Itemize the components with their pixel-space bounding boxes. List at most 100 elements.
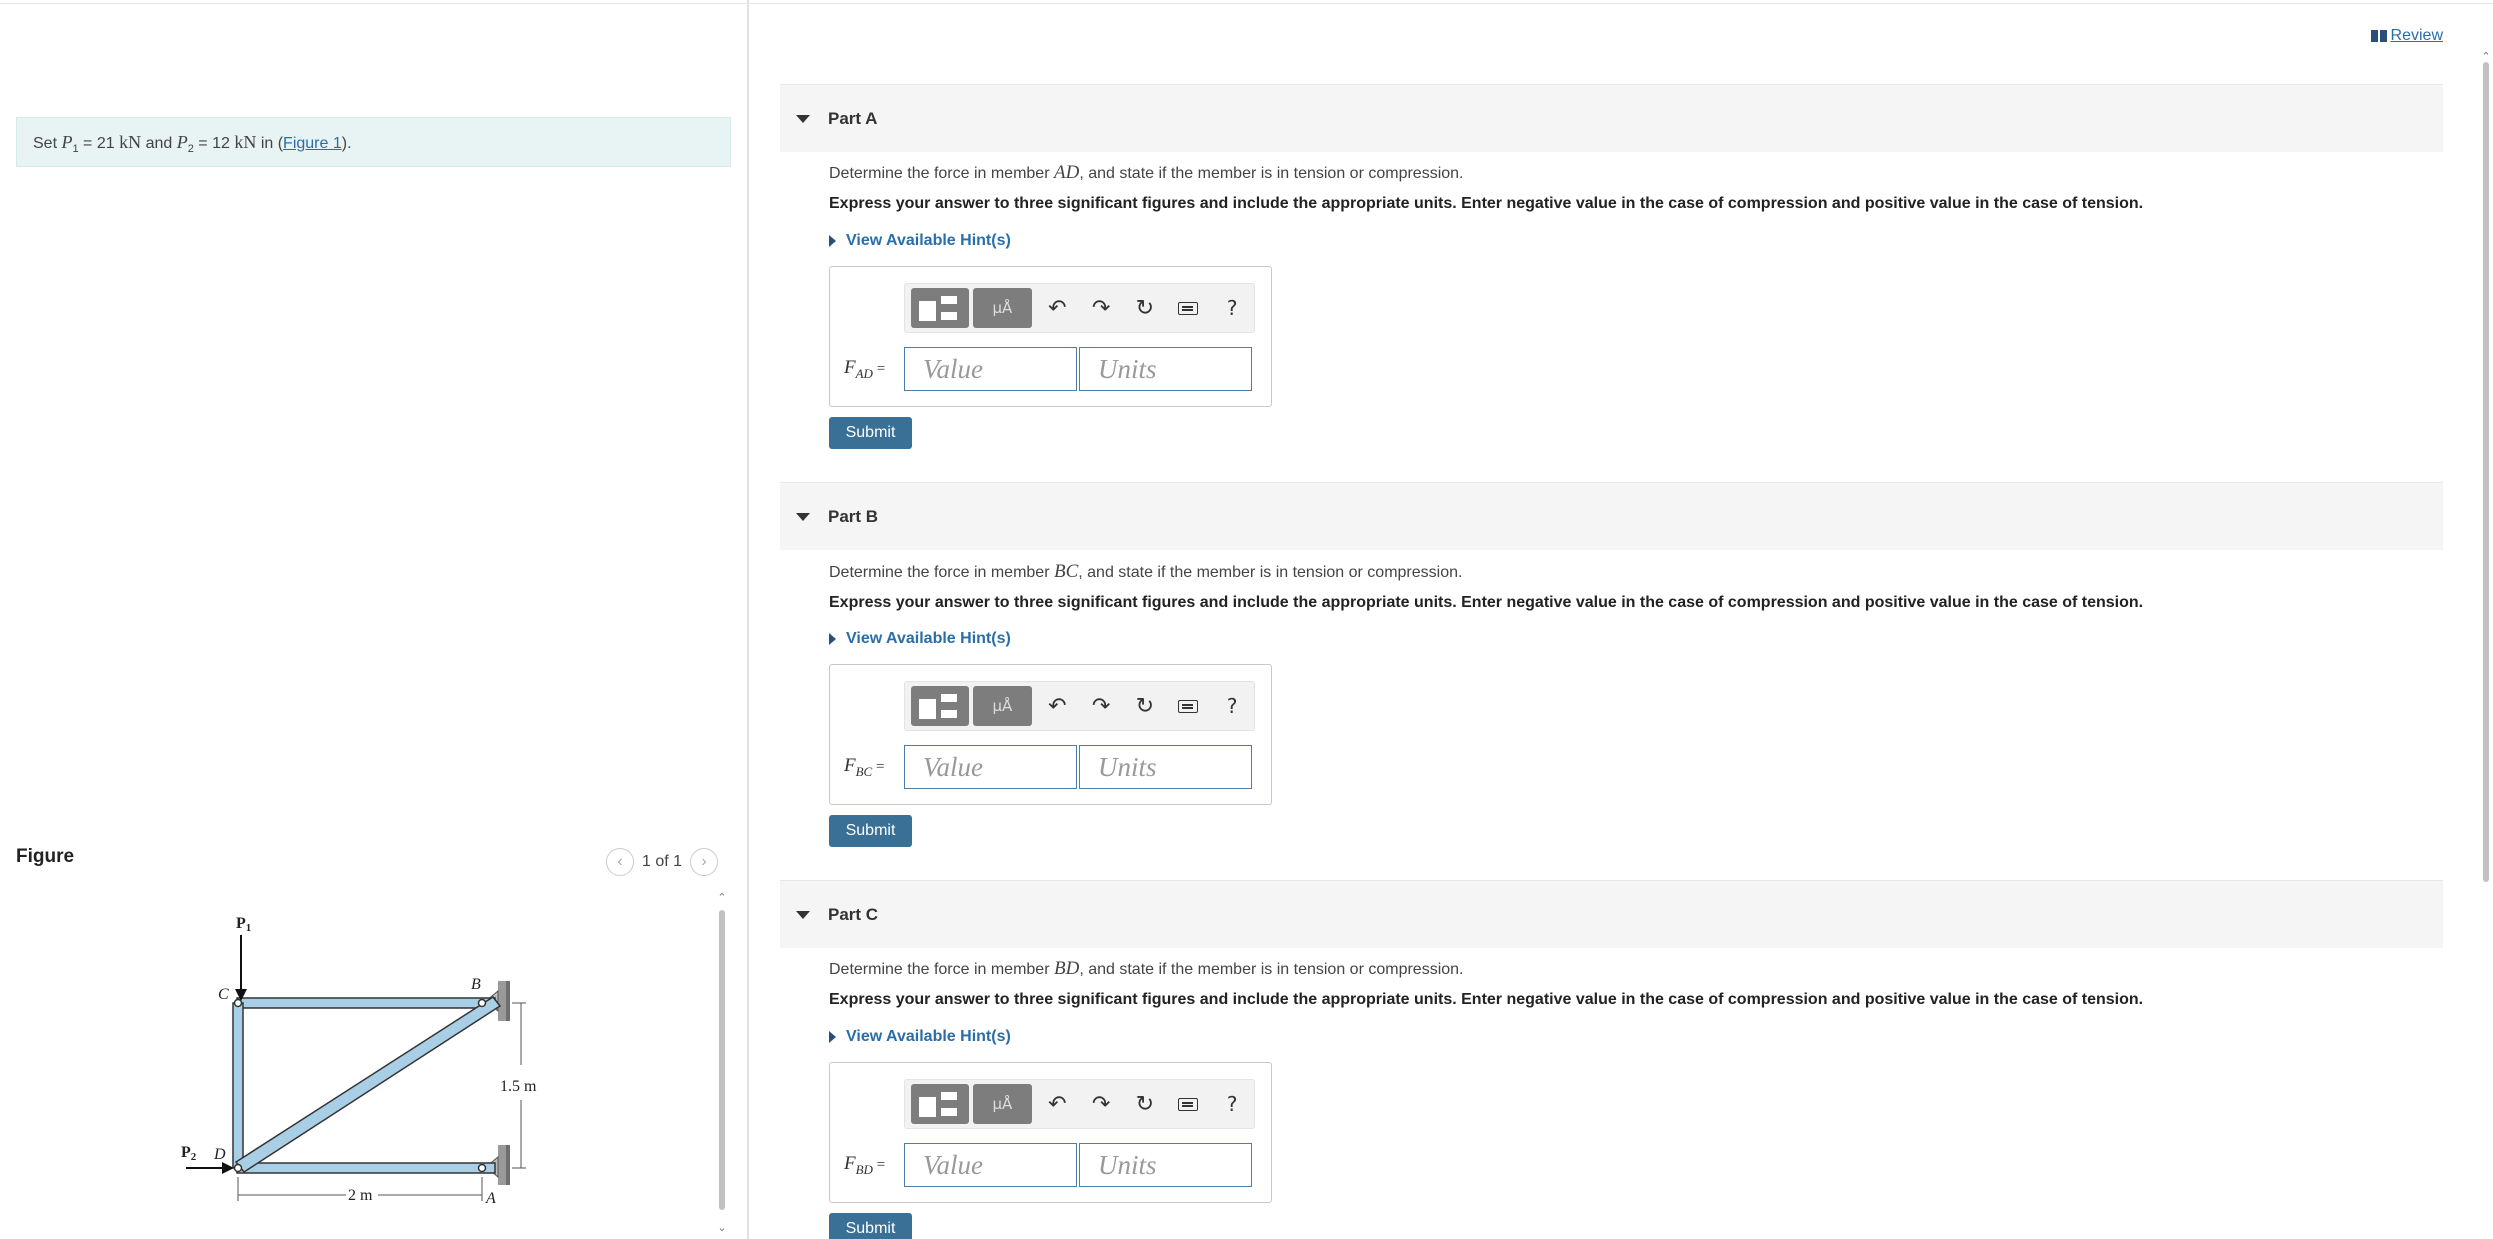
problem-prefix: Set xyxy=(33,135,58,152)
label-d: D xyxy=(213,1146,226,1163)
answer-row: FBD = Value Units xyxy=(844,1143,1252,1187)
keyboard-icon xyxy=(1178,1097,1199,1111)
load-p1-arrow xyxy=(235,935,247,1001)
right-panel: Review ⌃ Part A Determine the force in m… xyxy=(749,0,2493,1239)
question-text-end: , and state if the member is in tension … xyxy=(1078,564,1463,581)
caret-right-icon xyxy=(829,235,836,247)
p2-value: = 12 xyxy=(193,135,230,152)
next-figure-button[interactable]: › xyxy=(690,848,719,876)
keyboard-button[interactable] xyxy=(1167,694,1211,719)
main-scrollbar[interactable]: ⌃ xyxy=(2479,50,2493,1239)
units-button[interactable]: μÅ xyxy=(973,1084,1032,1124)
templates-button[interactable] xyxy=(911,1084,970,1124)
member-name: AD xyxy=(1053,162,1080,183)
caret-right-icon xyxy=(829,633,836,645)
p2-symbol: P xyxy=(176,132,188,152)
part-a-submit-button[interactable]: Submit xyxy=(829,417,912,449)
units-button[interactable]: μÅ xyxy=(973,288,1032,328)
p1-value: = 21 xyxy=(78,135,115,152)
part-b-header[interactable]: Part B xyxy=(780,482,2443,550)
app-root: Set P1 = 21 kN and P2 = 12 kN in (Figure… xyxy=(0,0,2493,1239)
part-c-instruction: Express your answer to three significant… xyxy=(829,991,2144,1008)
keyboard-button[interactable] xyxy=(1167,296,1211,321)
part-c-submit-button[interactable]: Submit xyxy=(829,1213,912,1239)
question-text: Determine the force in member xyxy=(829,165,1054,182)
redo-icon[interactable]: ↷ xyxy=(1079,296,1123,321)
units-input[interactable]: Units xyxy=(1079,1143,1252,1187)
units-input[interactable]: Units xyxy=(1079,347,1252,391)
member-name: BC xyxy=(1053,561,1079,582)
value-input[interactable]: Value xyxy=(904,745,1077,789)
book-icon xyxy=(2370,30,2387,42)
member-name: BD xyxy=(1053,958,1080,979)
value-input[interactable]: Value xyxy=(904,1143,1077,1187)
part-b-hint-toggle[interactable]: View Available Hint(s) xyxy=(829,630,1011,648)
figure-scroll-thumb[interactable] xyxy=(719,910,725,1210)
undo-icon[interactable]: ↶ xyxy=(1036,296,1080,321)
keyboard-icon xyxy=(1178,301,1199,315)
part-b-submit-button[interactable]: Submit xyxy=(829,815,912,847)
help-icon[interactable]: ? xyxy=(1210,296,1254,320)
part-c-header[interactable]: Part C xyxy=(780,880,2443,948)
units-input[interactable]: Units xyxy=(1079,745,1252,789)
redo-icon[interactable]: ↷ xyxy=(1079,1092,1123,1117)
templates-button[interactable] xyxy=(911,686,970,726)
label-c: C xyxy=(218,986,229,1003)
question-text: Determine the force in member xyxy=(829,564,1054,581)
p2-unit: kN xyxy=(229,132,257,152)
keyboard-button[interactable] xyxy=(1167,1092,1211,1117)
and-text: and xyxy=(141,135,177,152)
part-a-title: Part A xyxy=(828,108,878,128)
problem-statement: Set P1 = 21 kN and P2 = 12 kN in (Figure… xyxy=(16,117,731,167)
in-text: in ( xyxy=(256,135,284,152)
part-a-question: Determine the force in member AD, and st… xyxy=(829,162,1464,184)
part-b-question: Determine the force in member BC, and st… xyxy=(829,561,1462,583)
main-scroll-thumb[interactable] xyxy=(2483,62,2489,882)
reset-icon[interactable]: ↻ xyxy=(1123,296,1167,321)
question-text-end: , and state if the member is in tension … xyxy=(1079,165,1464,182)
templates-button[interactable] xyxy=(911,288,970,328)
hint-label: View Available Hint(s) xyxy=(846,1028,1011,1045)
review-label: Review xyxy=(2390,27,2443,44)
reset-icon[interactable]: ↻ xyxy=(1123,694,1167,719)
part-c-answer-box: μÅ ↶ ↷ ↻ ? FBD = Value Units xyxy=(829,1062,1272,1203)
answer-row: FAD = Value Units xyxy=(844,347,1252,391)
prev-figure-button[interactable]: ‹ xyxy=(606,848,634,876)
figure-pager: ‹ 1 of 1 › xyxy=(606,848,719,876)
p1-symbol: P xyxy=(61,132,73,152)
math-toolbar: μÅ ↶ ↷ ↻ ? xyxy=(904,283,1255,333)
left-panel: Set P1 = 21 kN and P2 = 12 kN in (Figure… xyxy=(0,0,747,1239)
part-c-hint-toggle[interactable]: View Available Hint(s) xyxy=(829,1028,1011,1046)
redo-icon[interactable]: ↷ xyxy=(1079,694,1123,719)
units-button[interactable]: μÅ xyxy=(973,686,1032,726)
member-da xyxy=(236,1162,496,1174)
truss-diagram: P1 P2 C B D A 1.5 m 2 m xyxy=(181,915,537,1207)
keyboard-icon xyxy=(1178,699,1199,713)
figure-heading: Figure xyxy=(16,846,75,867)
reset-icon[interactable]: ↻ xyxy=(1123,1092,1167,1117)
figure-scrollbar[interactable]: ⌃ ⌄ xyxy=(716,885,728,1239)
caret-right-icon xyxy=(829,1031,836,1043)
part-c-question: Determine the force in member BD, and st… xyxy=(829,958,1464,980)
part-a-answer-box: μÅ ↶ ↷ ↻ ? FAD = Value Units xyxy=(829,266,1272,407)
undo-icon[interactable]: ↶ xyxy=(1036,694,1080,719)
label-width: 2 m xyxy=(348,1187,373,1204)
hint-label: View Available Hint(s) xyxy=(846,232,1011,249)
label-b: B xyxy=(471,976,481,993)
answer-label: FBC = xyxy=(844,754,885,779)
part-a-hint-toggle[interactable]: View Available Hint(s) xyxy=(829,232,1011,250)
review-link[interactable]: Review xyxy=(2370,27,2443,45)
scroll-up-icon[interactable]: ⌃ xyxy=(716,891,728,904)
part-b-answer-box: μÅ ↶ ↷ ↻ ? FBC = Value Units xyxy=(829,664,1272,805)
help-icon[interactable]: ? xyxy=(1210,1092,1254,1116)
question-text-end: , and state if the member is in tension … xyxy=(1079,961,1464,978)
value-input[interactable]: Value xyxy=(904,347,1077,391)
part-a-header[interactable]: Part A xyxy=(780,84,2443,152)
member-cb xyxy=(236,997,496,1009)
truss-figure: P1 P2 C B D A 1.5 m 2 m xyxy=(16,885,716,1239)
figure-link[interactable]: Figure 1 xyxy=(283,135,342,152)
chevron-left-icon: ‹ xyxy=(617,853,623,870)
undo-icon[interactable]: ↶ xyxy=(1036,1092,1080,1117)
scroll-down-icon[interactable]: ⌄ xyxy=(716,1221,728,1234)
help-icon[interactable]: ? xyxy=(1210,694,1254,718)
